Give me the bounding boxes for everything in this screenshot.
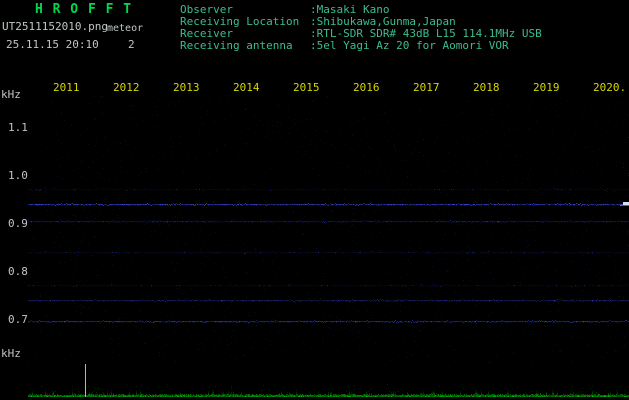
time-label: 2017 <box>413 81 440 94</box>
time-label: 2020. <box>593 81 627 94</box>
y-unit-bottom: kHz <box>1 347 21 360</box>
time-label: 2012 <box>113 81 140 94</box>
header-row-observer: Observer :Masaki Kano <box>0 3 629 16</box>
time-label: 2018 <box>473 81 500 94</box>
y-tick-1-0: 1.0 <box>8 169 28 182</box>
field-value-antenna: :5el Yagi Az 20 for Aomori VOR <box>310 39 509 52</box>
time-label: 2015 <box>293 81 320 94</box>
signal-level-strip <box>28 364 629 397</box>
time-label: 2014 <box>233 81 260 94</box>
hrofft-screen: H R O F F T UT2511152010.png meteor 25.1… <box>0 0 629 400</box>
y-tick-0-9: 0.9 <box>8 217 28 230</box>
spectrogram-canvas <box>28 95 629 363</box>
header-row-antenna: Receiving antenna :5el Yagi Az 20 for Ao… <box>0 39 629 52</box>
time-ruler: 2011 2012 2013 2014 2015 2016 2017 2018 2019 2020… <box>0 81 629 94</box>
y-tick-0-7: 0.7 <box>8 313 28 326</box>
header-row-receiver: Receiver :RTL-SDR SDR# 43dB L15 114.1MHz… <box>0 27 629 40</box>
field-label-antenna: Receiving antenna <box>180 39 293 52</box>
time-label: 2016 <box>353 81 380 94</box>
y-tick-0-8: 0.8 <box>8 265 28 278</box>
time-label: 2019 <box>533 81 560 94</box>
header-row-location: Receiving Location :Shibukawa,Gunma,Japa… <box>0 15 629 28</box>
y-unit-top: kHz <box>1 88 21 101</box>
time-label: 2013 <box>173 81 200 94</box>
time-label: 2011 <box>53 81 80 94</box>
y-tick-1-1: 1.1 <box>8 121 28 134</box>
